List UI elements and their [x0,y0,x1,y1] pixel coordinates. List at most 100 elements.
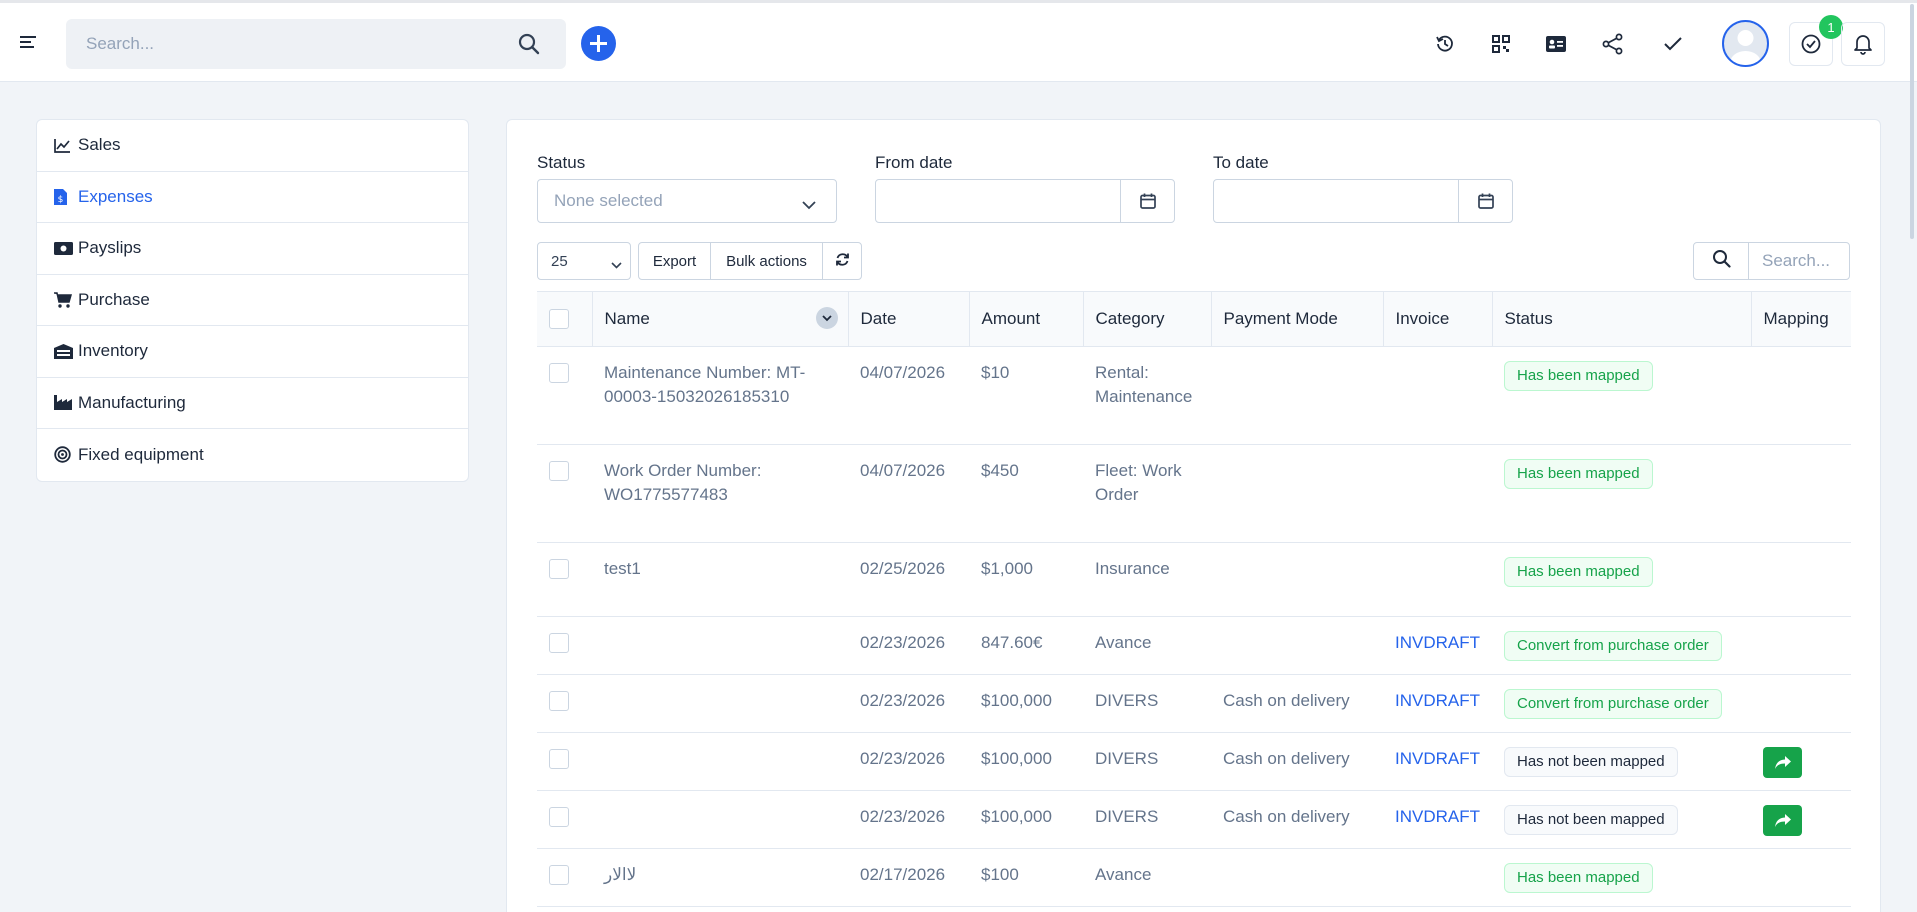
cell-status: Has been mapped [1492,848,1751,907]
sidebar-item-sales[interactable]: Sales [37,120,468,172]
column-header-amount[interactable]: Amount [969,291,1084,347]
to-date-input[interactable] [1213,179,1513,223]
bulk-actions-button[interactable]: Bulk actions [710,242,823,280]
cell-mapping [1751,732,1851,791]
cell-payment-mode: Cash on delivery [1211,732,1383,791]
cell-category: DIVERS [1083,674,1211,733]
history-icon[interactable] [1430,29,1460,59]
cell-category: Rental: Maintenance [1083,346,1211,445]
invoice-link[interactable]: INVDRAFT [1395,633,1480,652]
menu-icon[interactable] [20,36,36,50]
sidebar-item-inventory[interactable]: Inventory [37,326,468,378]
cell-mapping [1751,444,1851,543]
sidebar-item-payslips[interactable]: Payslips [37,223,468,275]
chevron-down-icon[interactable] [815,307,838,329]
cell-payment-mode: Cash on delivery [1211,674,1383,733]
row-checkbox[interactable] [549,633,569,653]
status-badge: Has been mapped [1504,557,1653,587]
sidebar-item-label: Purchase [78,289,150,309]
expenses-panel: Status None selected From date To date 2… [506,119,1881,912]
from-date-label: From date [875,153,953,172]
map-button[interactable] [1763,805,1802,836]
table-row: test1 02/25/2026 $1,000 Insurance Has be… [537,542,1851,617]
page-size-value: 25 [551,252,568,270]
column-header-payment-mode[interactable]: Payment Mode [1211,291,1384,347]
sidebar-item-label: Inventory [78,341,148,361]
table-row: Maintenance Number: MT-00003-15032026185… [537,346,1851,445]
cell-date: 02/25/2026 [848,542,969,617]
sidebar-item-label: Sales [78,135,121,155]
target-icon [54,446,74,463]
add-button[interactable] [581,26,616,61]
cell-mapping [1751,674,1851,733]
cell-status: Has not been mapped [1492,790,1751,849]
cell-date: 02/23/2026 [848,790,969,849]
export-button[interactable]: Export [638,242,711,280]
cell-amount: $100,000 [969,674,1083,733]
table-row: Work Order Number: WO1775577483 04/07/20… [537,444,1851,543]
table-search-button[interactable] [1693,242,1749,280]
sidebar-item-expenses[interactable]: $ Expenses [37,172,468,223]
calendar-icon[interactable] [1120,180,1174,222]
column-header-name[interactable]: Name [592,291,849,347]
row-checkbox[interactable] [549,691,569,711]
cell-payment-mode [1211,444,1383,543]
id-card-icon[interactable] [1541,29,1571,59]
row-checkbox[interactable] [549,749,569,769]
industry-icon [54,395,74,411]
share-icon[interactable] [1598,29,1628,59]
row-checkbox[interactable] [549,807,569,827]
row-checkbox[interactable] [549,865,569,885]
select-all-checkbox[interactable] [549,309,569,330]
sidebar-item-label: Fixed equipment [78,444,204,464]
global-search-input[interactable] [66,19,506,69]
invoice-link[interactable]: INVDRAFT [1395,691,1480,710]
sidebar-item-purchase[interactable]: Purchase [37,275,468,326]
row-checkbox[interactable] [549,363,569,383]
bell-icon[interactable] [1841,22,1885,66]
status-badge: Has been mapped [1504,863,1653,893]
column-header-invoice[interactable]: Invoice [1383,291,1493,347]
map-button[interactable] [1763,747,1802,778]
cell-status: Has been mapped [1492,444,1751,543]
page-size-select[interactable]: 25 [537,242,631,280]
cart-icon [54,292,74,308]
row-checkbox[interactable] [549,559,569,579]
page-scrollbar[interactable] [1910,4,1914,239]
sidebar-item-manufacturing[interactable]: Manufacturing [37,378,468,429]
refresh-icon [835,252,850,271]
qr-icon[interactable] [1486,29,1516,59]
sidebar-item-fixed-equipment[interactable]: Fixed equipment [37,429,468,481]
invoice-icon: $ [54,188,74,205]
cell-mapping [1751,346,1851,445]
refresh-button[interactable] [822,242,862,280]
table-search-input[interactable] [1748,242,1850,280]
cell-amount: $100 [969,848,1083,907]
column-header-status[interactable]: Status [1492,291,1752,347]
cell-payment-mode [1211,616,1383,675]
status-filter-select[interactable]: None selected [537,179,837,223]
cell-payment-mode [1211,542,1383,617]
status-badge: Has been mapped [1504,459,1653,489]
check-icon[interactable] [1658,29,1688,59]
column-header-label: Name [604,309,650,328]
calendar-icon[interactable] [1458,180,1512,222]
cell-date: 02/23/2026 [848,674,969,733]
table-row: 02/23/2026 $100,000 DIVERS Cash on deliv… [537,790,1851,849]
invoice-link[interactable]: INVDRAFT [1395,807,1480,826]
search-icon[interactable] [518,33,540,60]
from-date-input[interactable] [875,179,1175,223]
cell-name [592,674,848,733]
cell-date: 04/07/2026 [848,346,969,445]
chart-line-icon [54,138,74,153]
chevron-down-icon [802,195,816,215]
avatar[interactable] [1722,20,1769,67]
column-header-date[interactable]: Date [848,291,970,347]
column-header-mapping[interactable]: Mapping [1751,291,1851,347]
invoice-link[interactable]: INVDRAFT [1395,749,1480,768]
status-badge: Has not been mapped [1504,747,1678,777]
sidebar-item-label: Payslips [78,238,142,258]
column-header-category[interactable]: Category [1083,291,1212,347]
expenses-table: Name Date Amount Category Payment Mode I… [537,291,1851,907]
row-checkbox[interactable] [549,461,569,481]
